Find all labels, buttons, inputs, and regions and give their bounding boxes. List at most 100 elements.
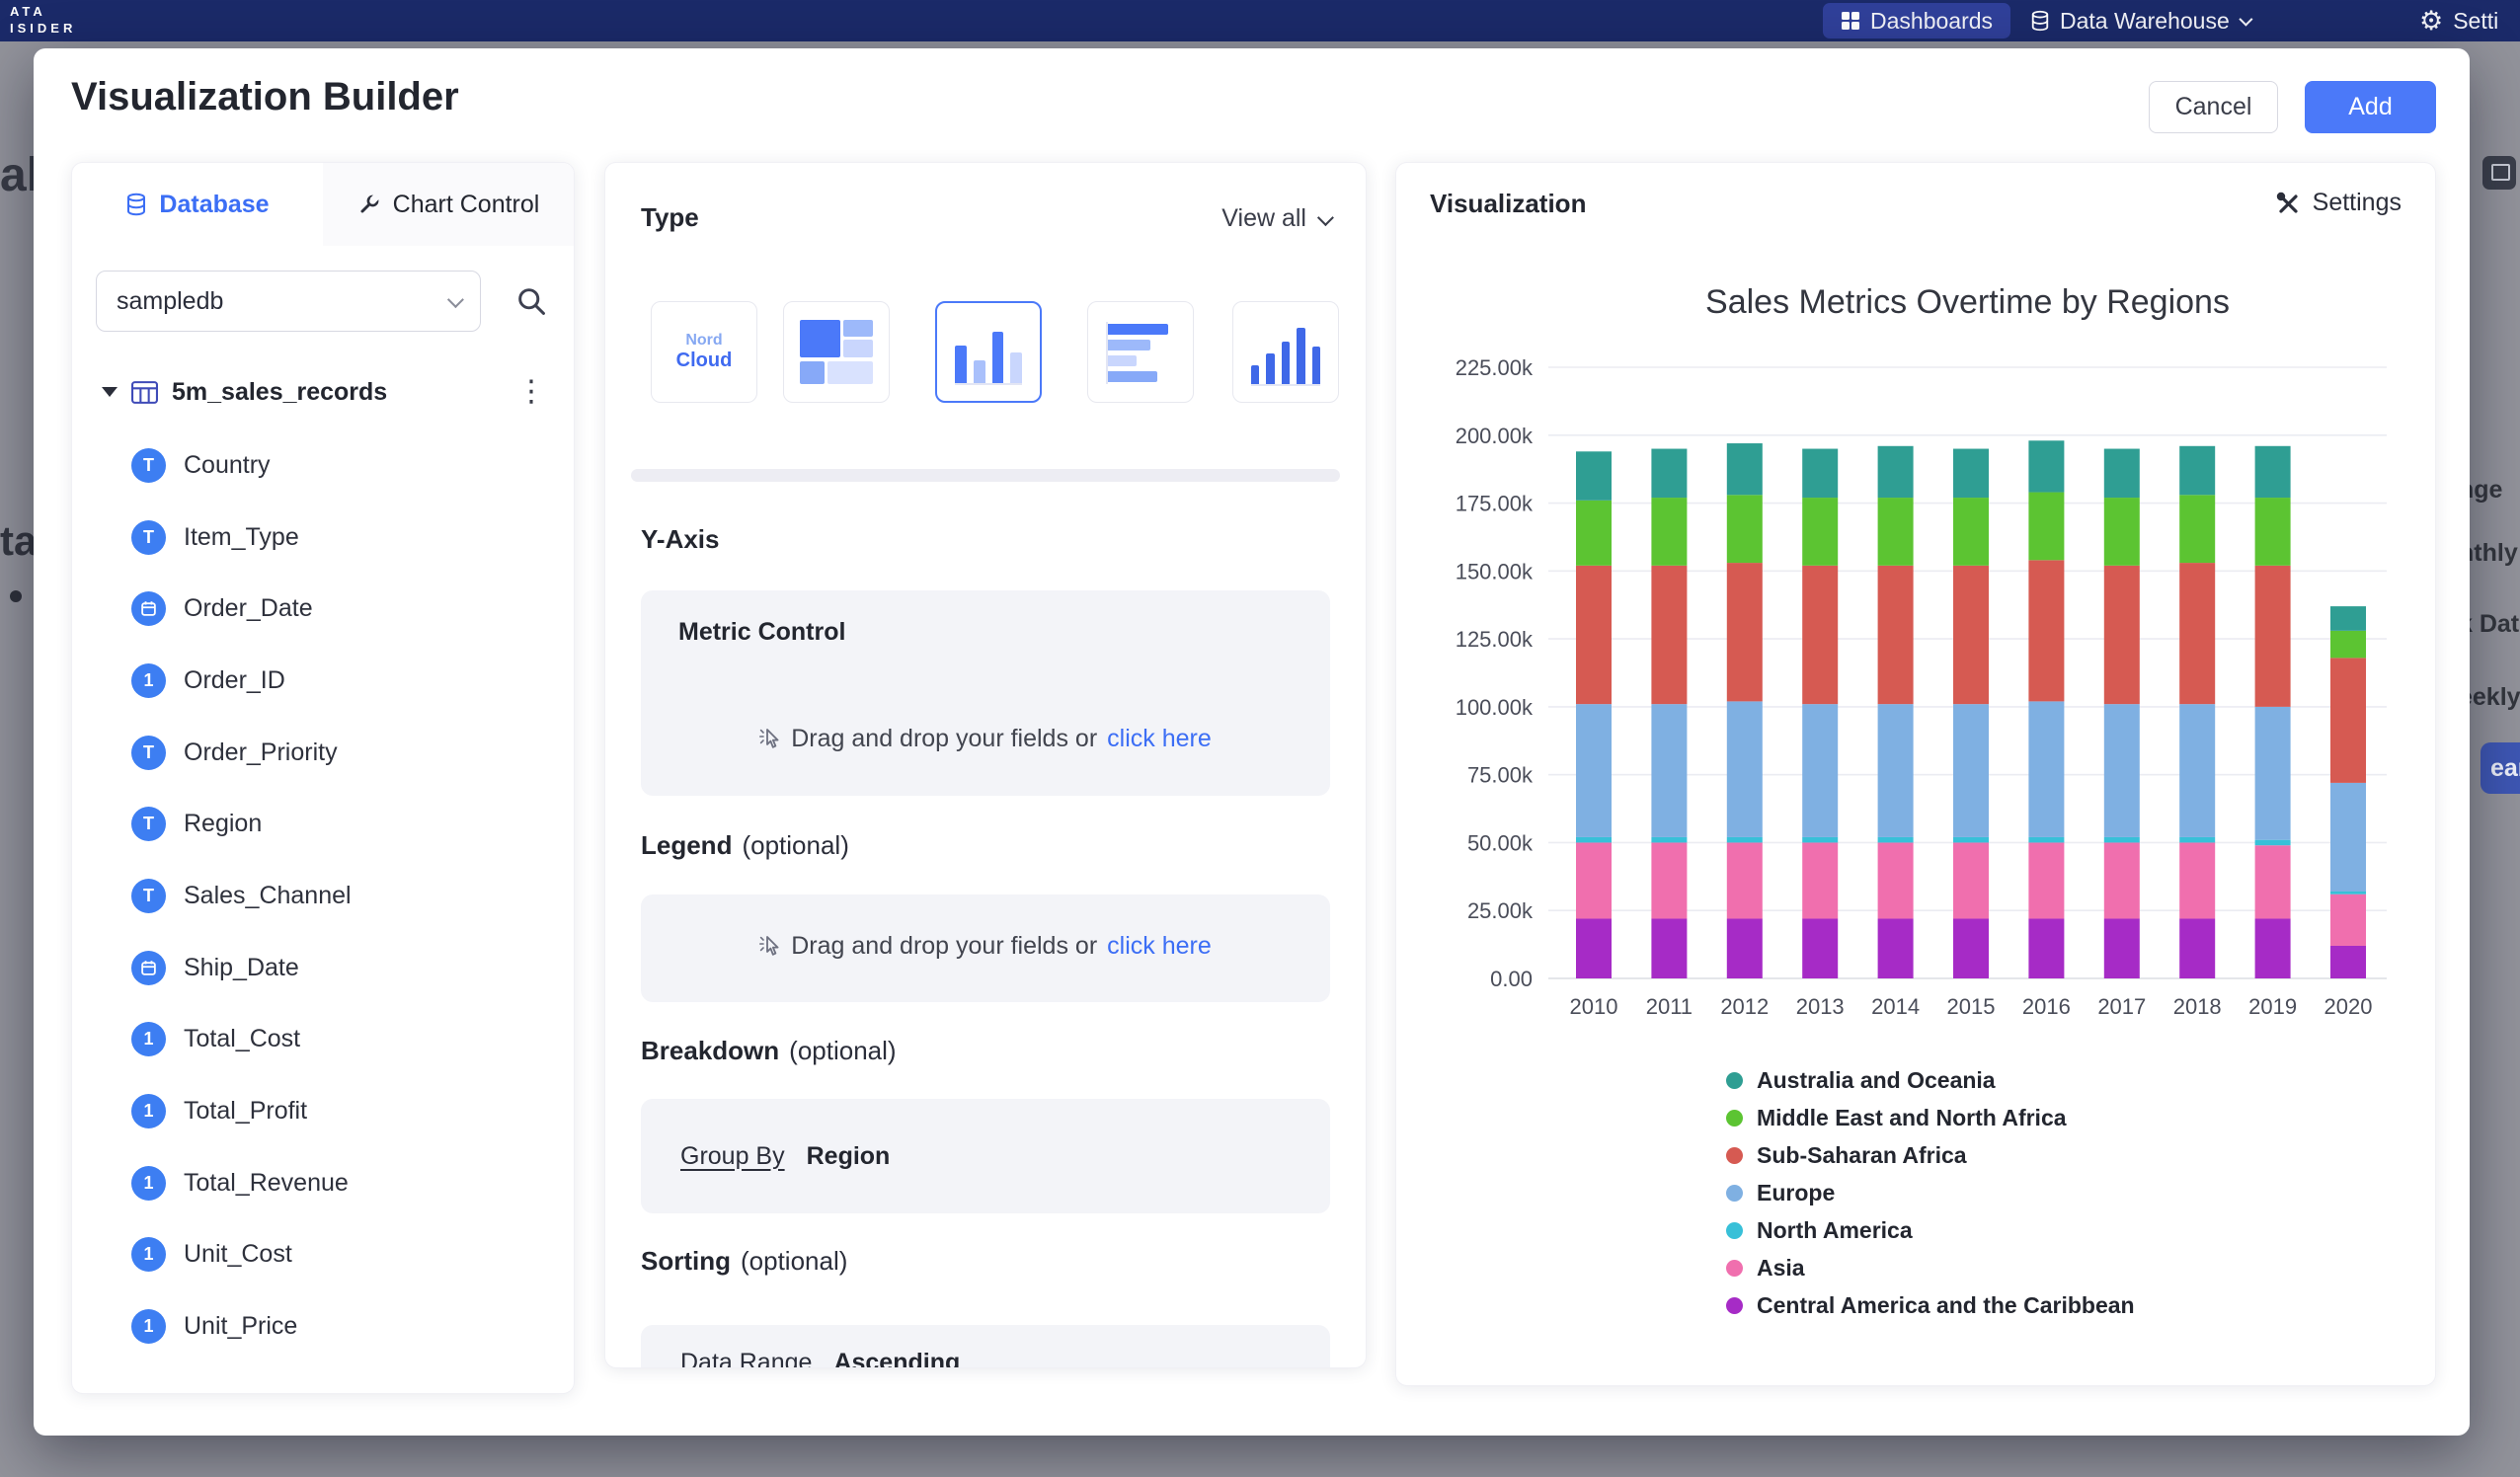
chart-config-panel: Type View all Nord Cloud	[604, 162, 1367, 1368]
number-type-icon: 1	[131, 663, 166, 698]
group-by-value: Region	[807, 1142, 891, 1171]
tab-chart-control[interactable]: Chart Control	[323, 163, 574, 246]
field-row[interactable]: TItem_Type	[72, 502, 574, 574]
nav-settings[interactable]: ⚙ Setti	[2419, 0, 2498, 41]
legend-label: Asia	[1757, 1255, 1805, 1282]
legend-item: Middle East and North Africa	[1726, 1099, 2135, 1136]
legend-section-title: Legend(optional)	[641, 830, 849, 861]
text-type-icon: T	[131, 448, 166, 483]
field-row[interactable]: TSales_Channel	[72, 860, 574, 932]
breakdown-field[interactable]: Group By Region	[641, 1099, 1330, 1213]
svg-text:75.00k: 75.00k	[1467, 763, 1534, 788]
sort-field-link[interactable]: Data Range	[680, 1349, 812, 1368]
field-name: Sales_Channel	[184, 882, 352, 910]
legend-dot	[1726, 1185, 1743, 1202]
field-row[interactable]: 1Total_Revenue	[72, 1147, 574, 1219]
chevron-down-icon	[447, 291, 464, 308]
chart-type-word-cloud[interactable]: Nord Cloud	[651, 301, 757, 403]
number-type-icon: 1	[131, 1094, 166, 1128]
field-row[interactable]: Order_Date	[72, 573, 574, 645]
chart-type-horizontal-bar[interactable]	[1087, 301, 1194, 403]
caret-down-icon	[102, 387, 118, 397]
field-name: Region	[184, 810, 262, 838]
text-type-icon: T	[131, 736, 166, 770]
field-row[interactable]: T Order_Priority	[72, 717, 574, 789]
svg-text:125.00k: 125.00k	[1456, 627, 1534, 652]
sorting-field[interactable]: Data Range Ascending	[641, 1325, 1330, 1368]
background-button-fragment: ear	[2481, 742, 2520, 794]
tab-database[interactable]: Database	[72, 163, 323, 246]
svg-text:2014: 2014	[1871, 994, 1920, 1019]
field-row[interactable]: 1Unit_Cost	[72, 1219, 574, 1291]
field-name: Order_Date	[184, 594, 313, 623]
field-row[interactable]: 1Total_Profit	[72, 1075, 574, 1147]
text-type-icon: T	[131, 520, 166, 555]
table-menu-button[interactable]: ⋮	[509, 383, 554, 401]
svg-text:25.00k: 25.00k	[1467, 898, 1534, 923]
number-type-icon: 1	[131, 1309, 166, 1344]
group-by-link[interactable]: Group By	[680, 1142, 785, 1171]
chart-type-bar-selected[interactable]	[935, 301, 1042, 403]
nav-dashboards[interactable]: Dashboards	[1823, 3, 2010, 39]
logo-line: ATA	[10, 4, 76, 21]
table-icon	[131, 381, 158, 404]
click-here-link[interactable]: click here	[1107, 932, 1212, 961]
chart-type-treemap[interactable]	[783, 301, 890, 403]
legend-dot	[1726, 1110, 1743, 1127]
tab-label: Database	[159, 191, 269, 219]
visualization-builder-modal: Visualization Builder Cancel Add Databas…	[34, 48, 2470, 1436]
field-name: Total_Revenue	[184, 1169, 349, 1198]
sort-direction-value: Ascending	[833, 1349, 960, 1368]
field-name: Order_Priority	[184, 738, 338, 767]
panel-tabs: Database Chart Control	[72, 163, 574, 246]
chart-type-column[interactable]	[1232, 301, 1339, 403]
click-here-link[interactable]: click here	[1107, 725, 1212, 753]
field-row[interactable]: 1Total_Cost	[72, 1004, 574, 1076]
cancel-button[interactable]: Cancel	[2149, 81, 2278, 133]
table-node[interactable]: 5m_sales_records ⋮	[102, 366, 554, 418]
tab-label: Chart Control	[393, 191, 540, 219]
view-all-label: View all	[1221, 204, 1306, 233]
number-type-icon: 1	[131, 1237, 166, 1272]
search-icon[interactable]	[514, 284, 548, 323]
nav-label: Data Warehouse	[2060, 8, 2230, 35]
view-all-button[interactable]: View all	[1221, 204, 1330, 233]
nav-label: Dashboards	[1870, 8, 1993, 35]
chevron-down-icon	[1317, 209, 1334, 226]
date-type-icon	[131, 951, 166, 985]
bar-chart-preview	[955, 321, 1022, 385]
type-scrollbar[interactable]	[631, 469, 1340, 482]
field-row[interactable]: T Country	[72, 429, 574, 502]
svg-text:2019: 2019	[2248, 994, 2297, 1019]
logo-line: ISIDER	[10, 21, 76, 38]
dashboards-icon	[1841, 11, 1860, 31]
field-name: Country	[184, 451, 271, 480]
database-select-value: sampledb	[117, 287, 223, 316]
legend-dot	[1726, 1297, 1743, 1314]
date-type-icon	[131, 591, 166, 626]
database-select[interactable]: sampledb	[96, 271, 481, 332]
metric-dropzone[interactable]: Metric Control Drag and drop your fields…	[641, 590, 1330, 796]
svg-text:0.00: 0.00	[1490, 967, 1533, 991]
svg-text:175.00k: 175.00k	[1456, 492, 1534, 516]
legend-label: Sub-Saharan Africa	[1757, 1142, 1967, 1169]
app-logo: ATA ISIDER	[10, 4, 76, 38]
field-row[interactable]: T Region	[72, 788, 574, 860]
background-bullet	[10, 590, 22, 602]
field-row[interactable]: 1Unit_Price	[72, 1290, 574, 1362]
legend-dropzone[interactable]: Drag and drop your fields or click here	[641, 894, 1330, 1002]
field-name: Ship_Date	[184, 954, 299, 982]
field-row[interactable]: Ship_Date	[72, 932, 574, 1004]
add-button[interactable]: Add	[2305, 81, 2436, 133]
nav-data-warehouse[interactable]: Data Warehouse	[2030, 0, 2249, 41]
drag-cursor-icon	[759, 727, 781, 752]
text-type-icon: T	[131, 807, 166, 841]
legend-item: North America	[1726, 1211, 2135, 1249]
svg-text:2017: 2017	[2097, 994, 2146, 1019]
number-type-icon: 1	[131, 1022, 166, 1056]
legend-dot	[1726, 1222, 1743, 1239]
drop-hint-text: Drag and drop your fields or	[791, 725, 1097, 753]
stacked-bar-chart: 0.0025.00k50.00k75.00k100.00k125.00k150.…	[1396, 163, 2436, 1051]
horizontal-bar-preview	[1106, 322, 1179, 384]
field-row[interactable]: 1Order_ID	[72, 645, 574, 717]
